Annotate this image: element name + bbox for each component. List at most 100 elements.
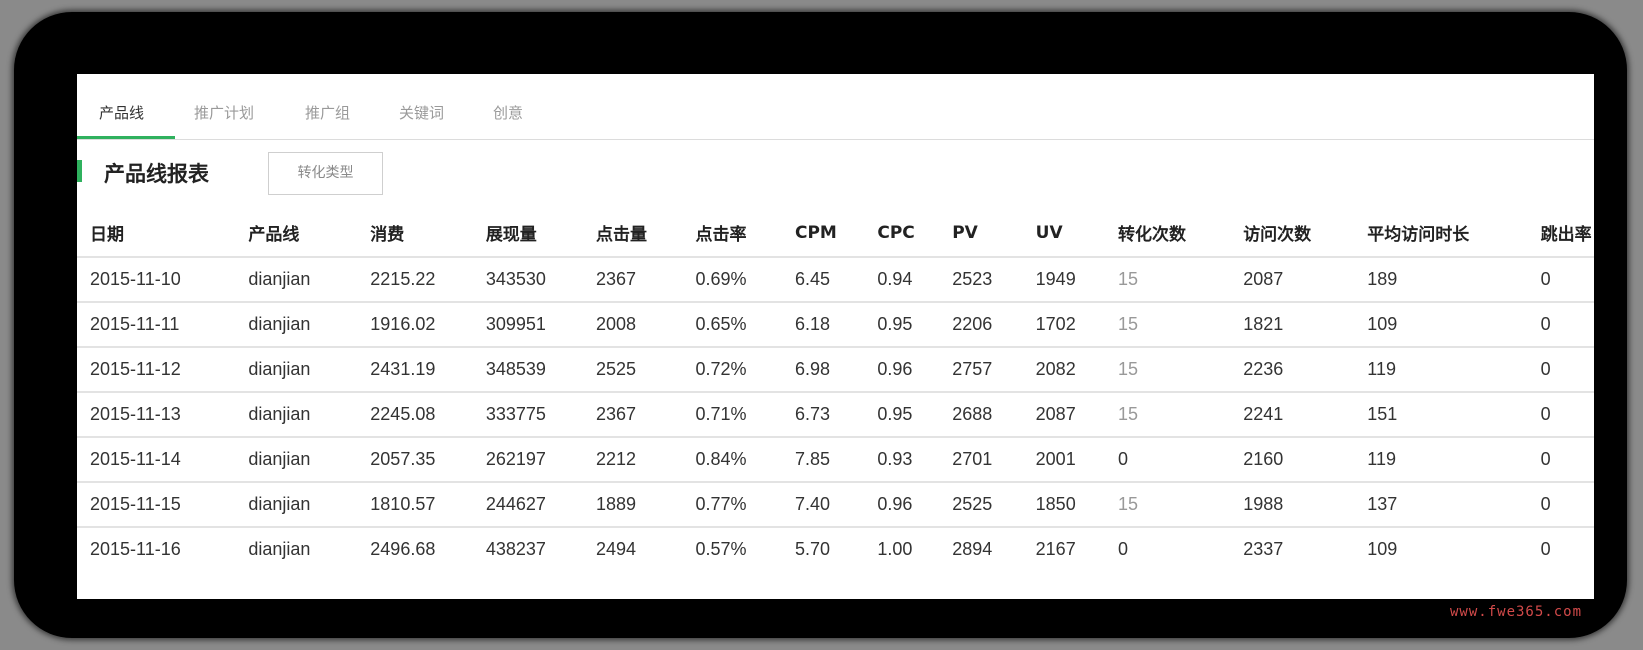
table-cell: 189: [1354, 257, 1528, 303]
table-cell: 1702: [1022, 302, 1106, 348]
table-cell: 2245.08: [357, 392, 473, 438]
table-cell: 2523: [939, 257, 1023, 303]
column-header: 日期: [77, 209, 236, 258]
table-cell: 2015-11-14: [77, 437, 236, 483]
table-cell: 0.95: [864, 302, 940, 348]
title-accent-bar: [77, 160, 82, 182]
table-cell: 2367: [583, 257, 683, 303]
tab-product-line[interactable]: 产品线: [99, 102, 144, 123]
table-cell: 1810.57: [357, 482, 473, 528]
table-cell: 1889: [583, 482, 683, 528]
table-cell: 6.73: [781, 392, 865, 438]
table-row: 2015-11-14 dianjian 2057.35 262197 2212 0.84%…: [77, 437, 1594, 483]
table-cell: 438237: [485, 539, 546, 559]
table-cell: 2001: [1022, 437, 1106, 483]
table-cell: dianjian: [235, 302, 358, 348]
report-table: 日期 产品线 消费 展现量 点击量 点击率 CPM CPC PV UV 转化次数 访问次数 平均访问时长…: [77, 209, 1594, 571]
table-cell: 1916.02: [357, 302, 473, 348]
column-header: 产品线: [235, 209, 358, 258]
table-cell: 0.96: [864, 482, 940, 528]
table-cell: 2431.19: [357, 347, 473, 393]
column-header: CPC: [864, 209, 940, 258]
column-header: 消费: [357, 209, 473, 258]
table-cell: 244627: [472, 482, 583, 528]
column-header: PV: [939, 209, 1023, 258]
table-row: 2015-11-12 dianjian 2431.19 348539 2525 0.72%…: [77, 347, 1594, 393]
table-cell: 2206: [939, 302, 1023, 348]
table-row: 2015-11-11 dianjian 1916.02 309951 2008 0.65%…: [77, 302, 1594, 348]
table-cell: 119: [1354, 347, 1528, 393]
table-cell: 0.84%: [682, 437, 782, 483]
table-cell: 2215.22: [357, 257, 473, 303]
column-header: CPM: [781, 209, 865, 258]
table-cell: 2236: [1230, 347, 1355, 393]
table-cell: 151: [1354, 392, 1528, 438]
column-header: 转化次数: [1105, 209, 1231, 258]
table-cell: 0.96: [864, 347, 940, 393]
tab-campaign[interactable]: 推广计划: [194, 102, 254, 123]
table-cell: 309951: [472, 302, 583, 348]
table-cell: 2494: [596, 539, 637, 559]
table-cell: 0.71%: [682, 392, 782, 438]
table-header-row: 日期 产品线 消费 展现量 点击量 点击率 CPM CPC PV UV 转化次数 访问次数 平均访问时长…: [77, 209, 1594, 258]
table-cell: 0.57%: [695, 539, 747, 559]
table-cell: 1988: [1230, 482, 1355, 528]
table-cell: 2082: [1022, 347, 1106, 393]
table-cell: 119: [1354, 437, 1528, 483]
report-panel: 产品线 推广计划 推广组 关键词 创意 产品线报表 转化类型 日期 产品线 消费 展现…: [77, 74, 1594, 599]
table-cell: 0: [1527, 302, 1594, 348]
table-cell: dianjian: [235, 437, 358, 483]
table-cell: 1949: [1022, 257, 1106, 303]
table-cell: 348539: [472, 347, 583, 393]
table-cell: dianjian: [248, 539, 311, 559]
table-cell: 0: [1540, 539, 1551, 559]
conversion-type-button[interactable]: 转化类型: [268, 152, 383, 195]
table-cell: 2015-11-15: [77, 482, 236, 528]
table-cell: 343530: [472, 257, 583, 303]
table-cell: 2087: [1022, 392, 1106, 438]
tab-creative[interactable]: 创意: [493, 102, 523, 123]
table-cell: 0.95: [864, 392, 940, 438]
table-cell: 0: [1118, 539, 1129, 559]
table-cell: 7.85: [781, 437, 865, 483]
tab-ad-group[interactable]: 推广组: [305, 102, 350, 123]
table-cell: 2015-11-16: [90, 539, 181, 559]
table-cell: 1850: [1022, 482, 1106, 528]
table-cell: 2337: [1243, 539, 1284, 559]
table-cell: 2008: [583, 302, 683, 348]
table-cell: 6.45: [781, 257, 865, 303]
table-cell: 2525: [583, 347, 683, 393]
table-row: 2015-11-15 dianjian 1810.57 244627 1889 0.77%…: [77, 482, 1594, 528]
table-cell: 6.18: [781, 302, 865, 348]
table-cell: 0: [1105, 437, 1231, 483]
tab-keyword[interactable]: 关键词: [399, 102, 444, 123]
table-cell: 2160: [1230, 437, 1355, 483]
column-header: 跳出率: [1527, 209, 1594, 258]
table-cell: 0.69%: [682, 257, 782, 303]
table-cell: 2241: [1230, 392, 1355, 438]
table-cell: 15: [1105, 257, 1231, 303]
table-cell: 0.72%: [682, 347, 782, 393]
screenshot-frame: 产品线 推广计划 推广组 关键词 创意 产品线报表 转化类型 日期 产品线 消费 展现…: [14, 12, 1627, 638]
table-cell: 2701: [939, 437, 1023, 483]
table-cell: 15: [1105, 392, 1231, 438]
column-header: 点击量: [583, 209, 683, 258]
table-cell: 7.40: [781, 482, 865, 528]
tab-bar: 产品线 推广计划 推广组 关键词 创意: [77, 74, 1594, 140]
table-cell: dianjian: [235, 392, 358, 438]
table-cell: 2894: [952, 539, 993, 559]
table-cell: 2688: [939, 392, 1023, 438]
table-cell: 2757: [939, 347, 1023, 393]
table-cell: dianjian: [235, 347, 358, 393]
table-cell: 109: [1367, 539, 1398, 559]
table-row: 2015-11-10 dianjian 2215.22 343530 2367 0.69%…: [77, 257, 1594, 303]
table-cell: 2087: [1230, 257, 1355, 303]
table-cell: 0: [1527, 437, 1594, 483]
table-cell: 2057.35: [357, 437, 473, 483]
watermark: www.fwe365.com: [1450, 604, 1583, 620]
page-title: 产品线报表: [104, 162, 209, 186]
table-cell: 137: [1354, 482, 1528, 528]
table-cell: 15: [1105, 302, 1231, 348]
column-header: 平均访问时长: [1354, 209, 1528, 258]
column-header: 点击率: [682, 209, 782, 258]
